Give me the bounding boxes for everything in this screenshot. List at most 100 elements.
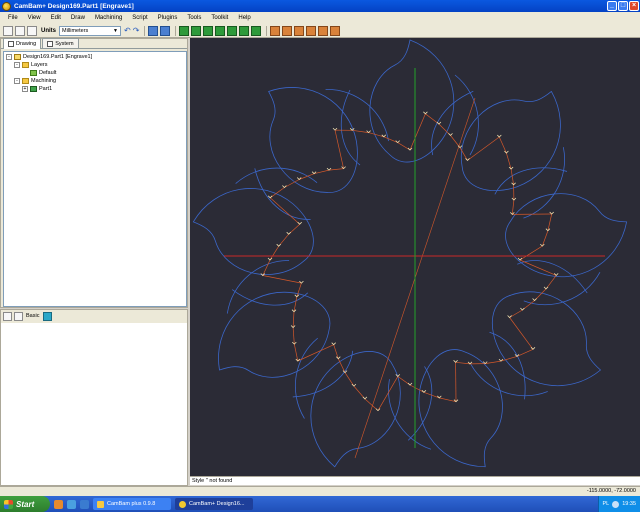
toolbar-separator xyxy=(266,25,268,36)
units-label: Units xyxy=(41,27,56,34)
leaf-curl xyxy=(231,167,318,306)
redo-icon[interactable]: ↷ xyxy=(133,26,140,36)
leaf-shape xyxy=(340,39,479,166)
toolpath-icon[interactable] xyxy=(270,25,281,36)
export-icon[interactable] xyxy=(318,25,329,36)
direction-marker xyxy=(421,390,427,393)
stock-icon[interactable] xyxy=(282,25,293,36)
engrave-op-icon[interactable] xyxy=(215,25,226,36)
toolpath-segment xyxy=(510,168,514,185)
document-icon xyxy=(14,54,21,60)
menu-edit[interactable]: Edit xyxy=(46,15,66,21)
minimize-button[interactable]: _ xyxy=(607,1,617,11)
main-toolbar: Units Millimeters ▼ ↶ ↷ xyxy=(0,24,640,38)
direction-marker xyxy=(448,133,453,136)
tray-app-icon[interactable] xyxy=(612,500,620,508)
tree-item-default-layer[interactable]: Default xyxy=(6,69,186,77)
settings-icon[interactable] xyxy=(330,25,341,36)
leaf-shape xyxy=(192,167,318,306)
direction-marker xyxy=(407,382,413,386)
tree-item-layers[interactable]: - Layers xyxy=(6,61,186,69)
taskbar-item-cambam[interactable]: CamBam+ Design16... xyxy=(175,498,253,510)
maximize-button[interactable]: □ xyxy=(618,1,628,11)
leaf-curl xyxy=(254,88,389,220)
view-snap-icon[interactable] xyxy=(160,25,171,36)
menu-script[interactable]: Script xyxy=(127,15,152,21)
taskbar-item-explorer[interactable]: CamBam plus 0.9.8 xyxy=(93,498,171,510)
folder-icon xyxy=(22,62,29,68)
new-file-icon[interactable] xyxy=(3,25,13,36)
toolpath-segment xyxy=(337,358,346,373)
toolpath-segment xyxy=(506,152,512,170)
gcode-op-icon[interactable] xyxy=(251,25,262,36)
leaf-curl xyxy=(294,337,433,441)
menu-help[interactable]: Help xyxy=(233,15,255,21)
lathe-op-icon[interactable] xyxy=(239,25,250,36)
tree-item-label: Design169.Part1 [Engrave1] xyxy=(23,54,93,60)
show-desktop-icon[interactable] xyxy=(80,499,89,509)
units-select[interactable]: Millimeters ▼ xyxy=(59,25,121,36)
sort-alpha-icon[interactable] xyxy=(14,311,23,321)
menu-plugins[interactable]: Plugins xyxy=(153,15,183,21)
drawing-view[interactable] xyxy=(190,38,640,476)
toolpath-segment xyxy=(269,246,279,261)
tab-system[interactable]: System xyxy=(42,38,79,48)
toolpath-segment xyxy=(519,245,543,261)
edit-path-icon[interactable] xyxy=(306,25,317,36)
collapse-icon[interactable]: - xyxy=(14,62,20,68)
open-folder-icon[interactable] xyxy=(15,25,25,36)
categorized-icon[interactable] xyxy=(3,311,12,321)
view-grid-icon[interactable] xyxy=(148,25,159,36)
toolpath-segment xyxy=(262,275,302,284)
toolpath-segment xyxy=(467,136,500,161)
basic-mode-button[interactable]: Basic xyxy=(26,313,39,319)
menu-tools[interactable]: Tools xyxy=(182,15,206,21)
leaf-curl xyxy=(226,260,354,398)
toolpath-segment xyxy=(541,230,549,247)
direction-marker xyxy=(453,360,458,363)
profile-op-icon[interactable] xyxy=(179,25,190,36)
toolpath-segment xyxy=(511,199,515,215)
tab-system-label: System xyxy=(55,40,74,47)
tree-item-label: Part1 xyxy=(39,86,53,92)
part-icon xyxy=(30,86,37,92)
windows-logo-icon xyxy=(4,499,13,509)
drill-op-icon[interactable] xyxy=(203,25,214,36)
direction-marker xyxy=(504,150,509,154)
tree-item-part1[interactable]: + Part1 xyxy=(6,85,186,93)
collapse-icon[interactable]: - xyxy=(14,78,20,84)
text-op-icon[interactable] xyxy=(227,25,238,36)
collapse-icon[interactable]: - xyxy=(6,54,12,60)
pocket-op-icon[interactable] xyxy=(191,25,202,36)
taskbar-item-label: CamBam+ Design16... xyxy=(189,501,245,507)
start-button[interactable]: Start xyxy=(0,496,50,512)
title-bar[interactable]: CamBam+ Design169.Part1 [Engrave1] _ □ × xyxy=(0,0,640,12)
drawing-canvas[interactable] xyxy=(190,38,640,476)
menu-machining[interactable]: Machining xyxy=(90,15,127,21)
menu-file[interactable]: File xyxy=(3,15,23,21)
simulate-icon[interactable] xyxy=(294,25,305,36)
toolpath-segment xyxy=(292,311,295,328)
engrave-toolpaths xyxy=(262,97,557,459)
ie-icon[interactable] xyxy=(67,499,76,509)
direction-marker xyxy=(276,243,281,247)
property-pages-icon[interactable] xyxy=(43,311,53,321)
close-button[interactable]: × xyxy=(629,1,639,11)
menu-toolkit[interactable]: Toolkit xyxy=(206,15,233,21)
tree-item-design[interactable]: - Design169.Part1 [Engrave1] xyxy=(6,53,186,61)
save-icon[interactable] xyxy=(27,25,37,36)
language-indicator[interactable]: PL xyxy=(603,501,610,507)
tree-item-machining[interactable]: - Machining xyxy=(6,77,186,85)
direction-marker xyxy=(532,298,537,302)
drawing-tree-panel: Drawing System - Design169.Part1 [Engrav… xyxy=(0,38,188,308)
toolpath-segment xyxy=(397,142,411,151)
tab-drawing[interactable]: Drawing xyxy=(3,38,42,49)
expand-icon[interactable]: + xyxy=(22,86,28,92)
undo-icon[interactable]: ↶ xyxy=(124,26,131,36)
menu-view[interactable]: View xyxy=(23,15,46,21)
menu-draw[interactable]: Draw xyxy=(66,15,90,21)
property-grid[interactable] xyxy=(1,323,187,485)
units-value: Millimeters xyxy=(62,27,89,34)
taskbar-item-label: CamBam plus 0.9.8 xyxy=(107,501,156,507)
firefox-icon[interactable] xyxy=(54,499,63,509)
